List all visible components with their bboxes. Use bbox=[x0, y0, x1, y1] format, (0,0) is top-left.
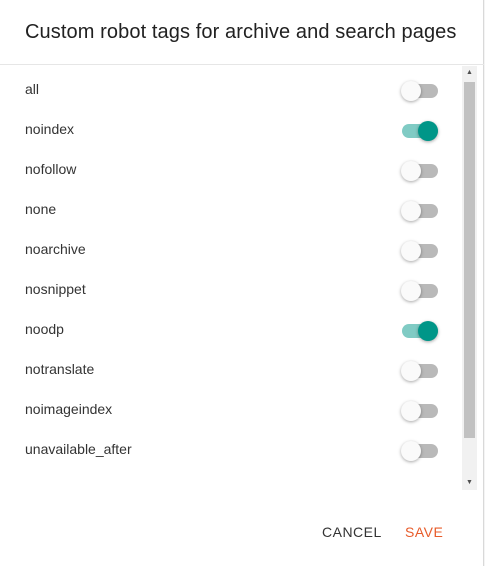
toggle-thumb bbox=[401, 81, 421, 101]
tag-label: unavailable_after bbox=[25, 441, 132, 457]
tag-label: noimageindex bbox=[25, 401, 113, 417]
tag-row-noodp: noodp bbox=[0, 310, 460, 350]
toggle-none[interactable] bbox=[401, 200, 439, 222]
tag-label: all bbox=[25, 81, 40, 97]
save-button[interactable]: SAVE bbox=[405, 524, 443, 540]
toggle-notranslate[interactable] bbox=[401, 360, 439, 382]
list-scrollbar[interactable]: ▲ ▼ bbox=[462, 66, 477, 490]
toggle-thumb bbox=[401, 161, 421, 181]
scrollbar-thumb[interactable] bbox=[464, 82, 475, 438]
toggle-thumb bbox=[418, 321, 438, 341]
tag-label: nofollow bbox=[25, 161, 77, 177]
tag-row-noimageindex: noimageindex bbox=[0, 390, 460, 430]
tag-label: notranslate bbox=[25, 361, 95, 377]
toggle-thumb bbox=[401, 401, 421, 421]
toggle-thumb bbox=[401, 201, 421, 221]
toggle-noimageindex[interactable] bbox=[401, 400, 439, 422]
toggle-unavailable-after[interactable] bbox=[401, 440, 439, 462]
tag-row-noarchive: noarchive bbox=[0, 230, 460, 270]
tag-label: noindex bbox=[25, 121, 75, 137]
tag-row-notranslate: notranslate bbox=[0, 350, 460, 390]
tag-row-nofollow: nofollow bbox=[0, 150, 460, 190]
scroll-down-arrow-icon[interactable]: ▼ bbox=[462, 476, 477, 490]
toggle-thumb bbox=[401, 281, 421, 301]
toggle-thumb bbox=[401, 441, 421, 461]
robot-tags-list: all noindex nofollow none noarchive nosn… bbox=[0, 70, 460, 490]
robot-tags-dialog: Custom robot tags for archive and search… bbox=[0, 0, 484, 566]
dialog-title: Custom robot tags for archive and search… bbox=[25, 21, 457, 43]
tag-row-all: all bbox=[0, 70, 460, 110]
tag-row-unavailable-after: unavailable_after bbox=[0, 430, 460, 470]
toggle-noarchive[interactable] bbox=[401, 240, 439, 262]
toggle-thumb bbox=[401, 241, 421, 261]
tag-row-noindex: noindex bbox=[0, 110, 460, 150]
toggle-thumb bbox=[418, 121, 438, 141]
title-divider bbox=[0, 64, 484, 65]
toggle-nosnippet[interactable] bbox=[401, 280, 439, 302]
tag-row-none: none bbox=[0, 190, 460, 230]
toggle-thumb bbox=[401, 361, 421, 381]
tag-row-nosnippet: nosnippet bbox=[0, 270, 460, 310]
scroll-up-arrow-icon[interactable]: ▲ bbox=[462, 66, 477, 80]
tag-label: none bbox=[25, 201, 57, 217]
tag-label: noarchive bbox=[25, 241, 86, 257]
toggle-noodp[interactable] bbox=[401, 320, 439, 342]
tag-label: nosnippet bbox=[25, 281, 86, 297]
cancel-button[interactable]: CANCEL bbox=[322, 524, 382, 540]
toggle-noindex[interactable] bbox=[401, 120, 439, 142]
toggle-all[interactable] bbox=[401, 80, 439, 102]
tag-label: noodp bbox=[25, 321, 64, 337]
toggle-nofollow[interactable] bbox=[401, 160, 439, 182]
